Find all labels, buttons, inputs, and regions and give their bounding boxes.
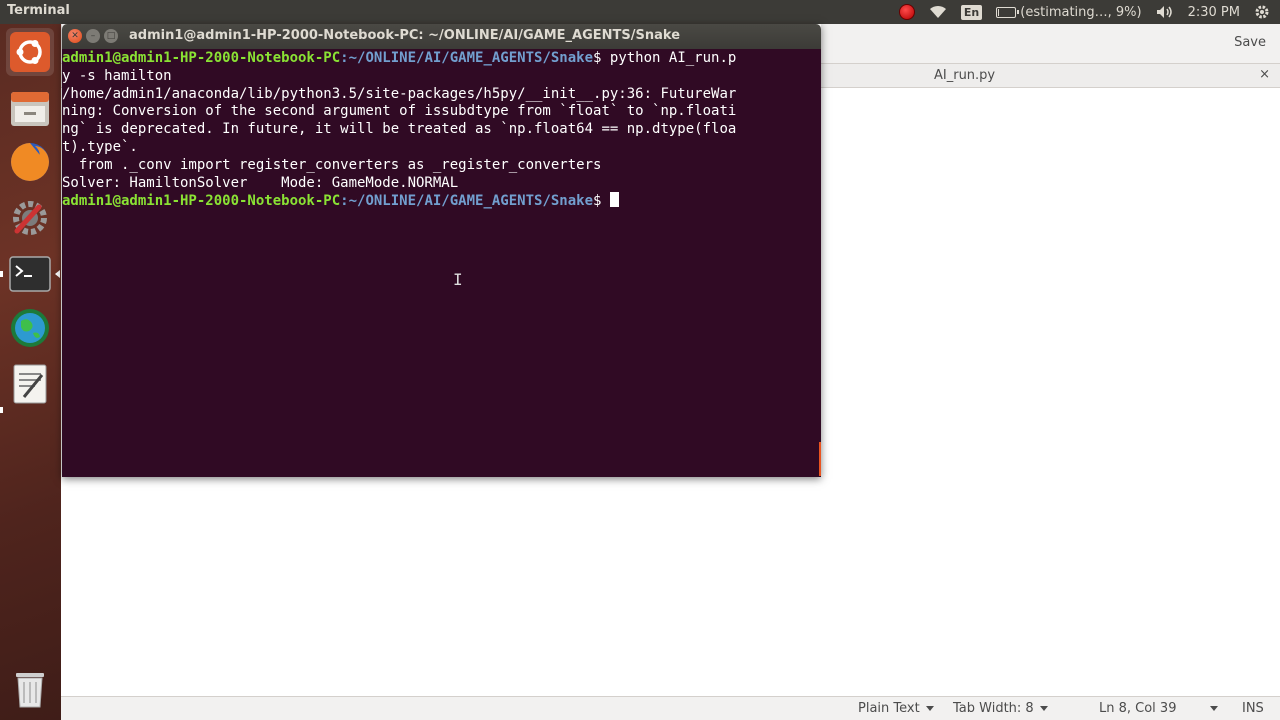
minimize-window-button[interactable]: – bbox=[86, 29, 100, 43]
prompt-path: :~/ONLINE/AI/GAME_AGENTS/Snake bbox=[340, 50, 594, 66]
keyboard-layout-icon: En bbox=[960, 4, 983, 20]
chevron-down-icon bbox=[1039, 706, 1048, 711]
tab-ai-run-py[interactable]: AI_run.py bbox=[934, 68, 995, 83]
output-line: from ._conv import register_converters a… bbox=[62, 156, 602, 173]
volume-icon[interactable] bbox=[1156, 5, 1174, 19]
file-cabinet-icon bbox=[11, 92, 49, 126]
prompt-line: admin1@admin1-HP-2000-Notebook-PC:~/ONLI… bbox=[62, 50, 736, 66]
launcher bbox=[0, 24, 61, 720]
ubuntu-dash-button[interactable] bbox=[6, 28, 54, 76]
wifi-icon[interactable] bbox=[929, 5, 947, 19]
globe-icon bbox=[11, 309, 49, 347]
text-cursor bbox=[610, 192, 620, 208]
battery-status-text: (estimating…, 9%) bbox=[1020, 4, 1142, 20]
firefox-icon bbox=[11, 143, 49, 181]
tab-width-selector[interactable]: Tab Width: 8 bbox=[953, 701, 1048, 716]
terminal-title: admin1@admin1-HP-2000-Notebook-PC: ~/ONL… bbox=[129, 28, 681, 43]
battery-indicator[interactable]: (estimating…, 9%) bbox=[996, 4, 1142, 20]
maximize-window-button[interactable]: □ bbox=[104, 29, 118, 43]
terminal-launcher-button[interactable] bbox=[6, 250, 54, 298]
top-panel: Terminal En (estimating…, 9%) 2:30 PM bbox=[0, 0, 1280, 24]
language-selector[interactable]: Plain Text bbox=[858, 701, 934, 716]
output-line: ning: Conversion of the second argument … bbox=[62, 103, 737, 120]
clock[interactable]: 2:30 PM bbox=[1188, 5, 1240, 20]
save-button[interactable]: Save bbox=[1234, 35, 1266, 50]
indicator-area: En (estimating…, 9%) 2:30 PM bbox=[898, 0, 1270, 24]
prompt-line: admin1@admin1-HP-2000-Notebook-PC:~/ONLI… bbox=[62, 192, 620, 210]
output-line: /home/admin1/anaconda/lib/python3.5/site… bbox=[62, 85, 737, 102]
close-icon: ✕ bbox=[71, 30, 79, 41]
running-indicator bbox=[0, 407, 3, 413]
prompt-user: admin1@admin1-HP-2000-Notebook-PC bbox=[62, 50, 341, 66]
running-indicator bbox=[0, 271, 3, 277]
files-launcher-button[interactable] bbox=[6, 84, 54, 132]
chevron-down-icon bbox=[925, 706, 934, 711]
system-settings-launcher-button[interactable] bbox=[6, 194, 54, 242]
maximize-icon: □ bbox=[106, 30, 116, 41]
command-text-wrap: y -s hamilton bbox=[62, 67, 172, 84]
close-window-button[interactable]: ✕ bbox=[68, 29, 82, 43]
prompt-path: :~/ONLINE/AI/GAME_AGENTS/Snake bbox=[340, 193, 594, 210]
terminal-output-area[interactable]: admin1@admin1-HP-2000-Notebook-PC:~/ONLI… bbox=[62, 49, 821, 477]
power-gear-icon[interactable] bbox=[1254, 4, 1270, 20]
prompt-user: admin1@admin1-HP-2000-Notebook-PC bbox=[62, 193, 341, 210]
trash-icon bbox=[16, 673, 44, 708]
tab-close-icon[interactable]: × bbox=[1259, 67, 1270, 82]
minimize-icon: – bbox=[90, 30, 96, 41]
gedit-status-bar: Plain Text Tab Width: 8 Ln 8, Col 39 INS bbox=[61, 696, 1280, 720]
ibeam-cursor-icon: I bbox=[453, 270, 463, 289]
trash-launcher-button[interactable] bbox=[6, 664, 54, 712]
insert-mode-indicator: INS bbox=[1242, 701, 1264, 716]
text-editor-launcher-button[interactable] bbox=[6, 360, 54, 408]
globe-app-launcher-button[interactable] bbox=[6, 304, 54, 352]
text-editor-icon bbox=[13, 364, 47, 404]
output-line: Solver: HamiltonSolver Mode: GameMode.NO… bbox=[62, 174, 459, 191]
settings-wrench-icon bbox=[13, 201, 47, 235]
prompt-symbol: $ bbox=[593, 193, 602, 210]
command-text: python AI_run.p bbox=[601, 50, 737, 66]
keyboard-layout-indicator[interactable]: En bbox=[960, 4, 983, 20]
record-icon[interactable] bbox=[898, 4, 915, 20]
output-line: t).type`. bbox=[62, 138, 138, 155]
firefox-launcher-button[interactable] bbox=[6, 138, 54, 186]
terminal-icon bbox=[9, 256, 51, 292]
terminal-text: admin1@admin1-HP-2000-Notebook-PC:~/ONLI… bbox=[62, 50, 736, 211]
focused-indicator bbox=[55, 270, 60, 278]
ubuntu-logo-icon bbox=[10, 32, 50, 72]
output-line: ng` is deprecated. In future, it will be… bbox=[62, 121, 737, 138]
chevron-down-icon bbox=[1210, 706, 1219, 711]
cursor-position-selector[interactable]: Ln 8, Col 39 bbox=[1099, 701, 1219, 716]
terminal-title-bar[interactable]: ✕ – □ admin1@admin1-HP-2000-Notebook-PC:… bbox=[62, 24, 821, 49]
battery-icon bbox=[996, 6, 1020, 18]
resize-handle[interactable] bbox=[819, 442, 821, 476]
active-app-name[interactable]: Terminal bbox=[7, 3, 70, 18]
terminal-window: ✕ – □ admin1@admin1-HP-2000-Notebook-PC:… bbox=[62, 24, 821, 477]
